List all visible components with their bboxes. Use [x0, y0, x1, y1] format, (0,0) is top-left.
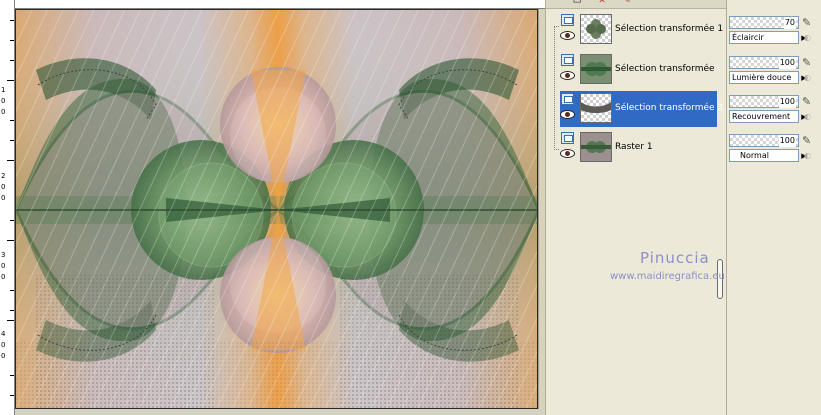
blend-mode-select[interactable]: Éclaircir ▶ — [729, 31, 807, 44]
canvas-bottom-edge — [15, 409, 545, 415]
blend-mode-value: Normal — [740, 151, 769, 160]
layer-name: Sélection transformée 1 — [615, 24, 724, 34]
blend-mode-value: Lumière douce — [732, 73, 792, 82]
opacity-value: 100 — [778, 57, 796, 69]
opacity-slider[interactable]: 100 — [729, 134, 799, 147]
layer-thumbnail — [580, 132, 612, 162]
canvas-area: 1 0 0 2 0 0 3 0 0 4 0 0 — [0, 0, 546, 415]
opacity-value: 100 — [778, 96, 796, 108]
ruler-top — [15, 0, 545, 9]
opacity-value: 100 — [778, 135, 796, 147]
eye-icon[interactable] — [560, 31, 575, 40]
lock-icon[interactable]: ◐ — [804, 112, 814, 122]
layer-thumbnail — [580, 93, 612, 123]
layer-row-raster-1[interactable]: Raster 1 — [560, 130, 717, 166]
layer-row-selection-transformee[interactable]: Sélection transformée — [560, 52, 717, 88]
lock-icon[interactable]: ◐ — [804, 33, 814, 43]
opacity-slider[interactable]: 100 — [729, 56, 799, 69]
ruler-number: 0 — [1, 352, 6, 360]
layer-name: Sélection transformée — [615, 64, 715, 74]
layer-name: Raster 1 — [615, 142, 653, 152]
ruler-number: 0 — [1, 262, 6, 270]
brush-icon[interactable]: ✎ — [802, 16, 814, 29]
ruler-number: 4 — [1, 330, 6, 338]
blend-mode-value: Recouvrement — [732, 112, 791, 121]
eye-icon[interactable] — [560, 71, 575, 80]
raster-layer-icon — [561, 93, 574, 105]
eye-icon[interactable] — [560, 110, 575, 119]
layers-panel: ▭ ✕ ✎ Sélection transformée 1 Sélection … — [545, 0, 726, 415]
ruler-number: 0 — [1, 108, 6, 116]
raster-layer-icon — [561, 132, 574, 144]
delete-layer-icon[interactable]: ✕ — [597, 0, 607, 6]
opacity-slider[interactable]: 70 — [729, 16, 799, 29]
ruler-number: 3 — [1, 251, 6, 259]
ruler-left: 1 0 0 2 0 0 3 0 0 4 0 0 — [0, 0, 15, 415]
ruler-number: 0 — [1, 194, 6, 202]
ruler-number: 1 — [1, 86, 6, 94]
ruler-number: 0 — [1, 273, 6, 281]
watermark-url: www.maidiregrafica.eu — [610, 271, 725, 282]
lock-icon[interactable]: ◐ — [804, 73, 814, 83]
new-layer-icon[interactable]: ▭ — [572, 0, 582, 6]
layer-properties-column: 70 Éclaircir ▶ ✎ ◐ 100 Lumière douce ▶ ✎… — [726, 0, 821, 415]
ruler-number: 2 — [1, 172, 6, 180]
blend-mode-select[interactable]: Lumière douce ▶ — [729, 71, 807, 84]
layer-thumbnail — [580, 14, 612, 44]
layer-properties-row: 100 Recouvrement ▶ ✎ ◐ — [727, 93, 821, 129]
layer-name: Sélection transformée 2 — [615, 103, 724, 113]
blend-mode-select[interactable]: Normal ▶ — [729, 149, 807, 162]
ruler-number: 0 — [1, 97, 6, 105]
layer-properties-row: 100 Normal ▶ ✎ ◐ — [727, 132, 821, 168]
layer-properties-row: 70 Éclaircir ▶ ✎ ◐ — [727, 14, 821, 50]
ruler-number: 0 — [1, 183, 6, 191]
layers-toolbar: ▭ ✕ ✎ — [546, 0, 726, 9]
brush-icon[interactable]: ✎ — [802, 95, 814, 108]
layer-row-selection-transformee-2[interactable]: Sélection transformée 2 — [560, 91, 723, 127]
opacity-value: 70 — [783, 17, 796, 29]
blend-mode-value: Éclaircir — [732, 33, 764, 42]
ruler-number: 0 — [1, 341, 6, 349]
opacity-slider[interactable]: 100 — [729, 95, 799, 108]
layer-properties-row: 100 Lumière douce ▶ ✎ ◐ — [727, 54, 821, 90]
brush-icon[interactable]: ✎ — [802, 56, 814, 69]
raster-layer-icon — [561, 14, 574, 26]
canvas-image[interactable] — [15, 9, 538, 409]
layer-row-selection-transformee-1[interactable]: Sélection transformée 1 — [560, 12, 723, 48]
layer-thumbnail — [580, 54, 612, 84]
watermark-name: Pinuccia — [640, 249, 710, 267]
eye-icon[interactable] — [560, 149, 575, 158]
brush-icon[interactable]: ✎ — [802, 134, 814, 147]
blend-mode-select[interactable]: Recouvrement ▶ — [729, 110, 807, 123]
raster-layer-icon — [561, 54, 574, 66]
lock-icon[interactable]: ◐ — [804, 151, 814, 161]
brush-tool-icon[interactable]: ✎ — [622, 0, 632, 6]
